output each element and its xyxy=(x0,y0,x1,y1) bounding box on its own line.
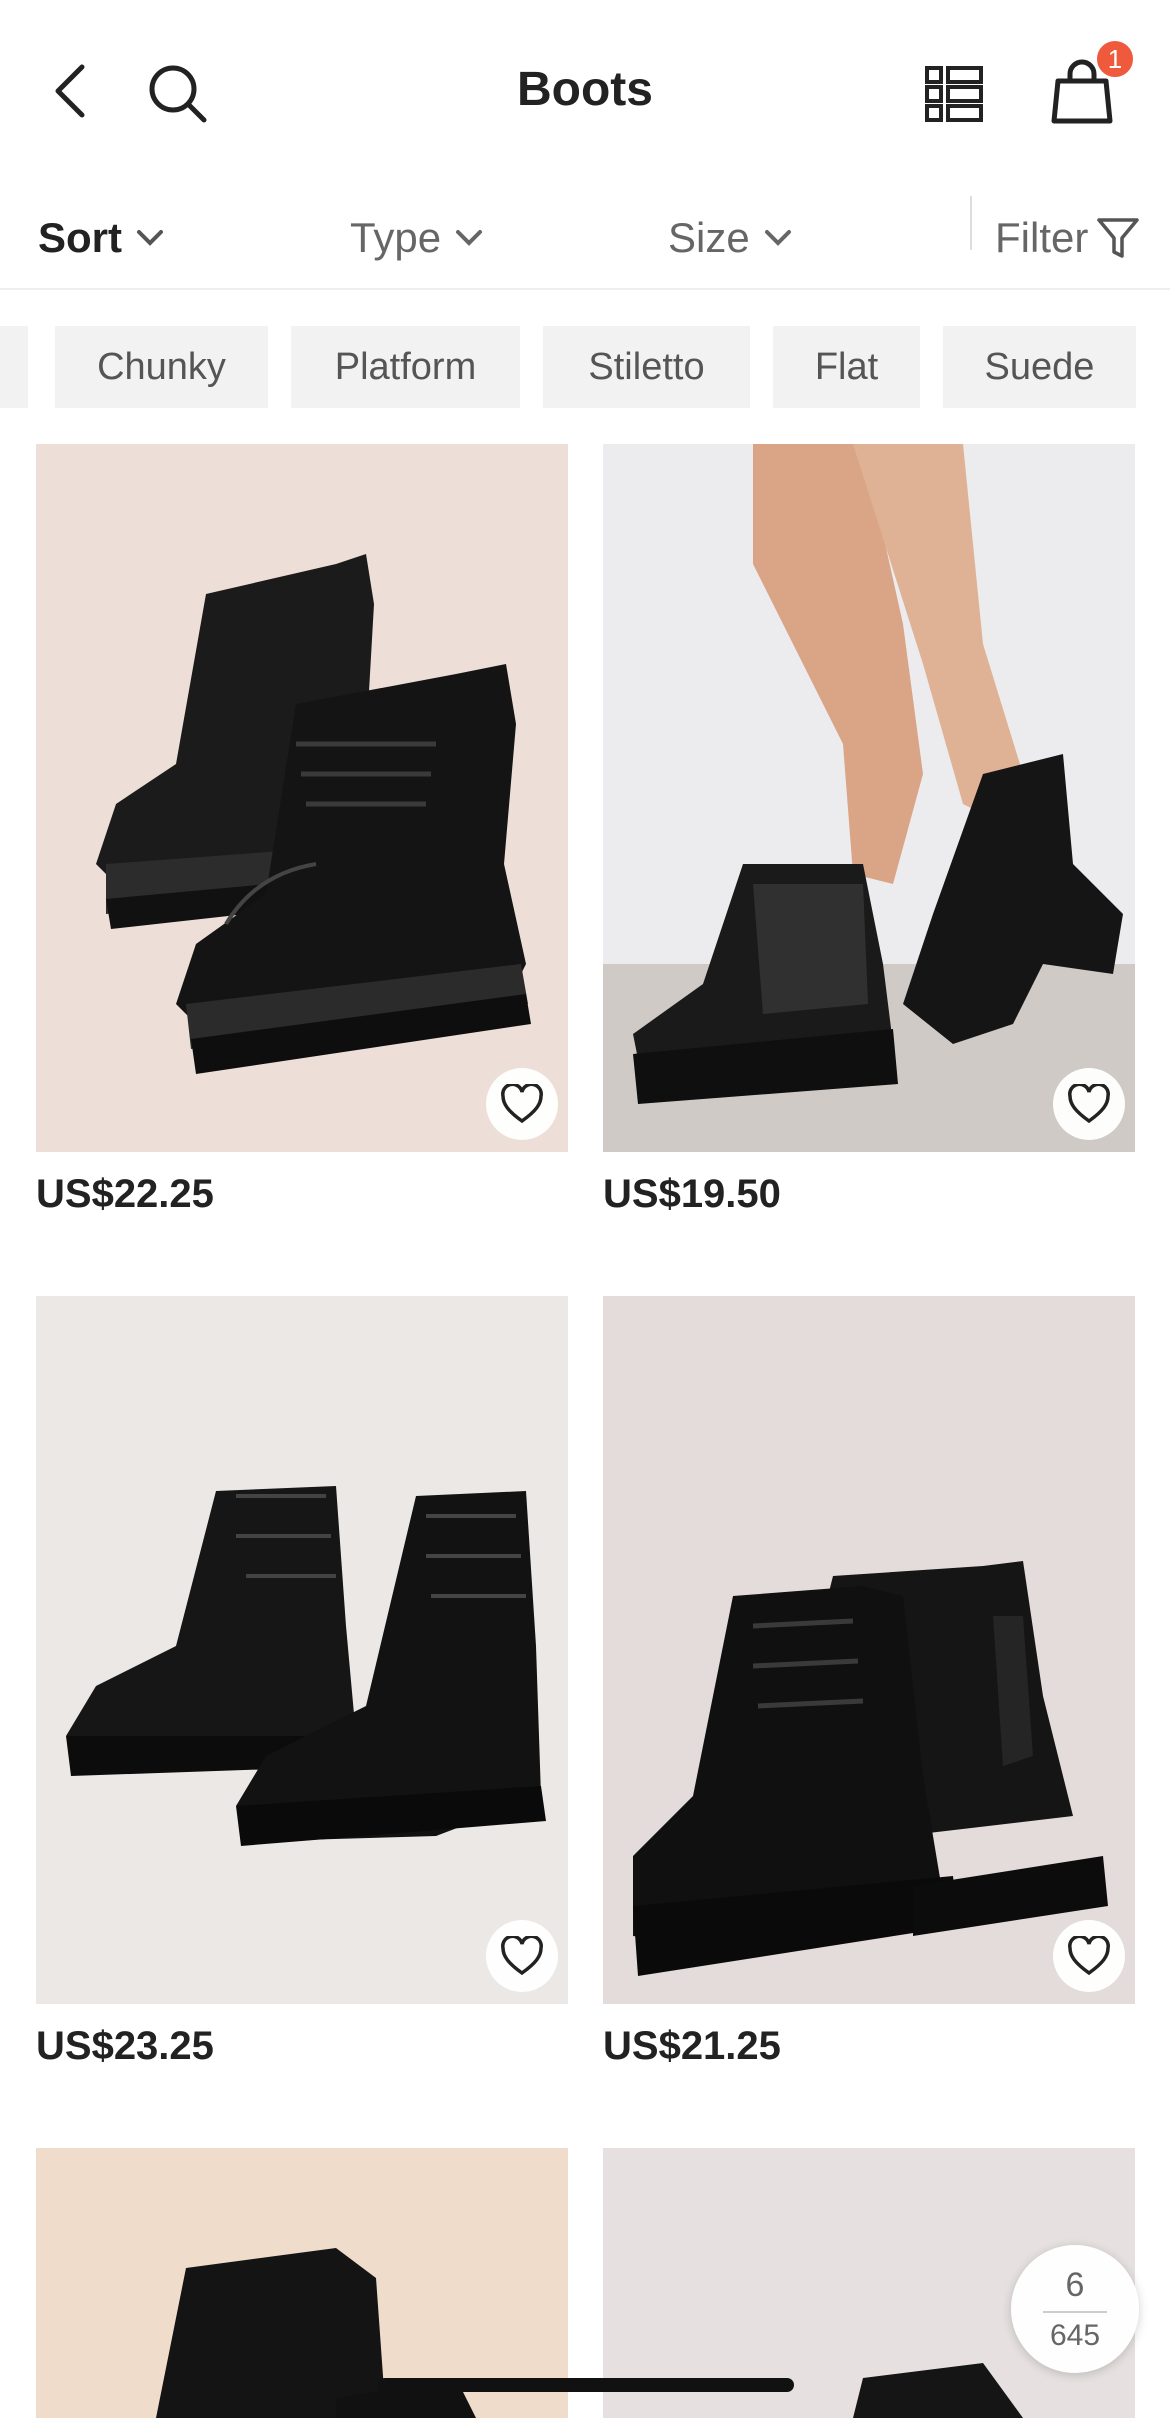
heart-icon xyxy=(1068,1084,1110,1124)
chip-stiletto[interactable]: Stiletto xyxy=(543,326,750,408)
chip-platform[interactable]: Platform xyxy=(291,326,520,408)
filter-label: Filter xyxy=(995,214,1089,261)
chevron-down-icon xyxy=(136,228,164,248)
sort-dropdown[interactable]: Sort xyxy=(38,202,164,274)
home-indicator xyxy=(378,2378,794,2392)
size-label: Size xyxy=(668,214,750,261)
product-price: US$19.50 xyxy=(603,1172,781,1216)
wishlist-button[interactable] xyxy=(486,1920,558,1992)
page-title: Boots xyxy=(517,63,653,116)
filter-button[interactable]: Filter xyxy=(995,202,1140,274)
chevron-down-icon xyxy=(764,228,792,248)
size-dropdown[interactable]: Size xyxy=(668,202,792,274)
chip-partial[interactable] xyxy=(0,326,28,408)
list-view-icon xyxy=(925,66,983,122)
product-price: US$23.25 xyxy=(36,2024,214,2068)
sort-filter-bar: Sort Type Size Filter xyxy=(0,186,1170,290)
page-total: 645 xyxy=(1049,2318,1101,2352)
chip-chunky[interactable]: Chunky xyxy=(55,326,268,408)
top-navigation-bar: Boots 1 xyxy=(0,0,1170,186)
category-chips: Chunky Platform Stiletto Flat Suede xyxy=(0,326,1170,410)
filter-divider xyxy=(970,196,972,250)
heart-icon xyxy=(501,1936,543,1976)
product-image[interactable] xyxy=(36,444,568,1152)
product-price: US$22.25 xyxy=(36,1172,214,1216)
product-image[interactable] xyxy=(603,444,1135,1152)
heart-icon xyxy=(501,1084,543,1124)
product-image[interactable] xyxy=(603,1296,1135,2004)
sort-label: Sort xyxy=(38,214,122,261)
chip-suede[interactable]: Suede xyxy=(943,326,1136,408)
chevron-down-icon xyxy=(455,228,483,248)
funnel-icon xyxy=(1096,216,1140,260)
wishlist-button[interactable] xyxy=(1053,1068,1125,1140)
product-price: US$21.25 xyxy=(603,2024,781,2068)
page-divider xyxy=(1043,2310,1107,2313)
wishlist-button[interactable] xyxy=(486,1068,558,1140)
page-indicator[interactable]: 6 645 xyxy=(1011,2245,1139,2373)
heart-icon xyxy=(1068,1936,1110,1976)
product-image[interactable] xyxy=(36,1296,568,2004)
cart-count-badge: 1 xyxy=(1094,38,1136,80)
type-label: Type xyxy=(350,214,442,261)
list-view-toggle[interactable] xyxy=(918,58,990,130)
type-dropdown[interactable]: Type xyxy=(350,202,483,274)
page-current: 6 xyxy=(1065,2265,1085,2304)
chip-flat[interactable]: Flat xyxy=(773,326,920,408)
wishlist-button[interactable] xyxy=(1053,1920,1125,1992)
